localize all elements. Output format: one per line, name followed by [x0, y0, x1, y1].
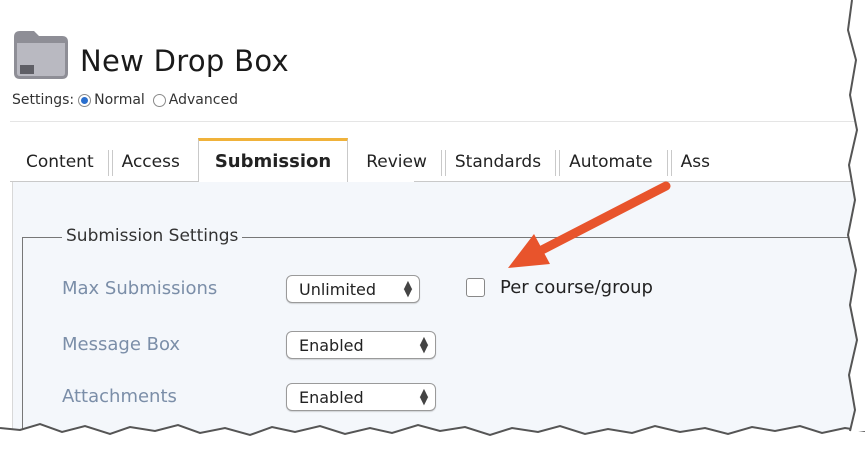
torn-edge-decoration: [0, 0, 865, 451]
drop-box-editor: New Drop Box Settings: Normal Advanced C…: [0, 0, 865, 451]
tab-submission[interactable]: Submission: [197, 138, 349, 182]
